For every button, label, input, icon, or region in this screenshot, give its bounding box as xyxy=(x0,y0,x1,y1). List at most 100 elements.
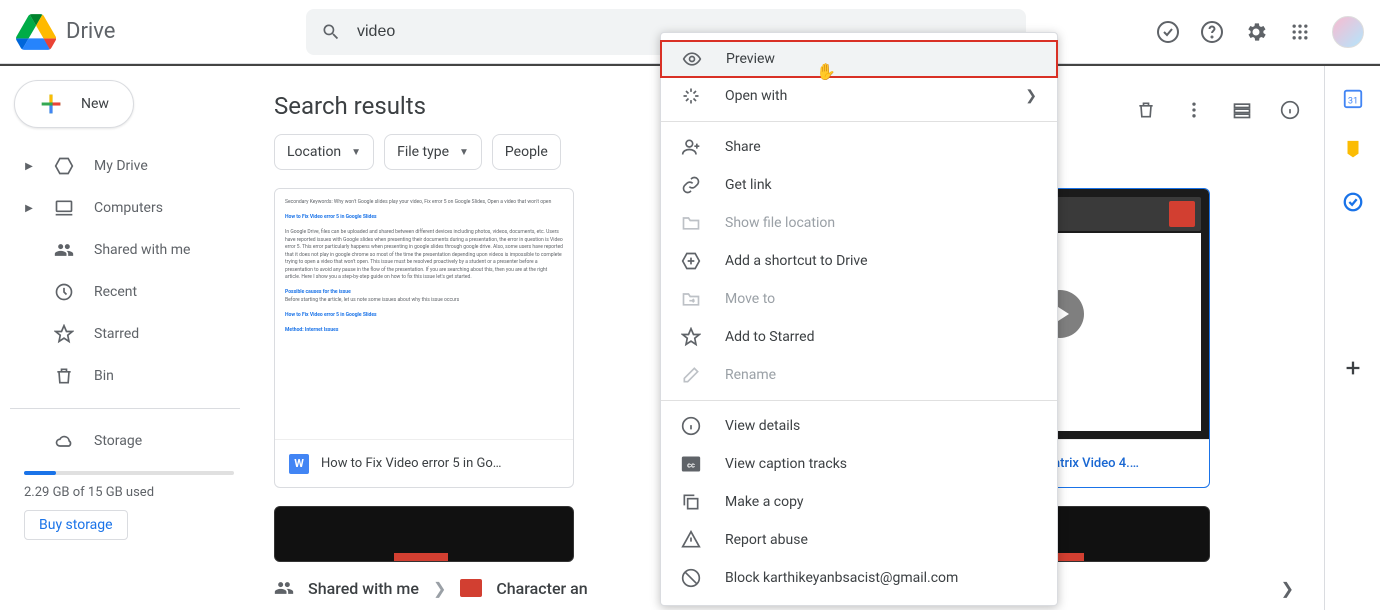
keep-icon[interactable] xyxy=(1341,138,1365,162)
calendar-icon[interactable]: 31 xyxy=(1341,86,1365,110)
sidebar-item-recent[interactable]: ▶ Recent xyxy=(10,272,240,312)
chip-label: File type xyxy=(397,144,449,160)
menu-item-rename: Rename xyxy=(661,356,1057,394)
menu-item-make-copy[interactable]: Make a copy xyxy=(661,483,1057,521)
menu-item-add-starred[interactable]: Add to Starred xyxy=(661,318,1057,356)
storage-bar xyxy=(24,471,234,475)
sidebar-item-label: Shared with me xyxy=(94,242,190,258)
menu-label: View details xyxy=(725,418,800,434)
menu-label: Share xyxy=(725,139,761,155)
menu-item-share[interactable]: Share xyxy=(661,128,1057,166)
menu-label: Make a copy xyxy=(725,494,804,510)
list-view-icon[interactable] xyxy=(1232,100,1252,120)
menu-item-block[interactable]: Block karthikeyanbsacist@gmail.com xyxy=(661,559,1057,597)
info-icon xyxy=(681,416,701,436)
folder-icon xyxy=(681,213,701,233)
chevron-right-icon: ❯ xyxy=(1025,88,1037,104)
side-panel: 31 xyxy=(1324,66,1380,610)
more-vert-icon[interactable] xyxy=(1184,100,1204,120)
shared-icon xyxy=(274,578,294,598)
new-label: New xyxy=(81,96,109,112)
menu-item-view-captions[interactable]: cc View caption tracks xyxy=(661,445,1057,483)
filter-filetype[interactable]: File type▼ xyxy=(384,134,482,170)
file-card-doc[interactable]: Secondary Keywords: Why won't Google sli… xyxy=(274,188,574,488)
context-menu: Preview Open with ❯ Share Get link Show … xyxy=(660,32,1058,606)
star-icon xyxy=(54,324,74,344)
info-icon[interactable] xyxy=(1280,100,1300,120)
open-with-icon xyxy=(681,86,701,106)
search-icon xyxy=(321,22,341,42)
block-icon xyxy=(681,568,701,588)
apps-grid-icon[interactable] xyxy=(1288,20,1312,44)
menu-label: Show file location xyxy=(725,215,835,231)
sidebar-item-storage[interactable]: ▶ Storage xyxy=(10,421,240,461)
warning-icon xyxy=(681,530,701,550)
drive-icon xyxy=(54,156,74,176)
sidebar-item-label: Storage xyxy=(94,433,142,449)
person-add-icon xyxy=(681,137,701,157)
breadcrumb-item[interactable]: Shared with me xyxy=(308,579,419,598)
move-icon xyxy=(681,289,701,309)
sidebar-item-computers[interactable]: ▶ Computers xyxy=(10,188,240,228)
menu-label: Move to xyxy=(725,291,775,307)
ready-offline-icon[interactable] xyxy=(1156,20,1180,44)
eye-icon xyxy=(682,49,702,69)
app-name: Drive xyxy=(66,19,115,44)
chip-label: Location xyxy=(287,144,341,160)
new-button[interactable]: New xyxy=(14,80,134,128)
help-icon[interactable] xyxy=(1200,20,1224,44)
svg-text:cc: cc xyxy=(687,460,695,469)
menu-label: Report abuse xyxy=(725,532,808,548)
tasks-icon[interactable] xyxy=(1341,190,1365,214)
sidebar: New ▶ My Drive ▶ Computers ▶ Shared with… xyxy=(0,66,250,610)
delete-icon[interactable] xyxy=(1136,100,1156,120)
menu-label: Rename xyxy=(725,367,776,383)
chevron-right-icon[interactable]: ❯ xyxy=(1281,579,1294,598)
logo-area[interactable]: Drive xyxy=(16,14,246,50)
settings-gear-icon[interactable] xyxy=(1244,20,1268,44)
trash-icon xyxy=(54,366,74,386)
computers-icon xyxy=(54,198,74,218)
menu-item-view-details[interactable]: View details xyxy=(661,407,1057,445)
chevron-right-icon: ❯ xyxy=(433,579,446,598)
pencil-icon xyxy=(681,365,701,385)
clock-icon xyxy=(54,282,74,302)
sidebar-item-bin[interactable]: ▶ Bin xyxy=(10,356,240,396)
add-panel-icon[interactable] xyxy=(1341,356,1365,380)
sidebar-item-shared[interactable]: ▶ Shared with me xyxy=(10,230,240,270)
shortcut-icon xyxy=(681,251,701,271)
menu-label: Add a shortcut to Drive xyxy=(725,253,868,269)
sidebar-item-label: Bin xyxy=(94,368,114,384)
sidebar-item-label: Starred xyxy=(94,326,139,342)
cc-icon: cc xyxy=(681,454,701,474)
menu-item-move-to: Move to xyxy=(661,280,1057,318)
doc-thumbnail: Secondary Keywords: Why won't Google sli… xyxy=(275,189,573,439)
menu-label: Block karthikeyanbsacist@gmail.com xyxy=(725,570,958,586)
menu-item-preview[interactable]: Preview xyxy=(660,40,1058,78)
filter-people[interactable]: People xyxy=(492,134,561,170)
svg-text:31: 31 xyxy=(1347,97,1357,107)
drive-logo-icon xyxy=(16,14,56,50)
card-title: How to Fix Video error 5 in Go… xyxy=(321,456,501,471)
file-card-small[interactable] xyxy=(274,506,574,562)
menu-item-get-link[interactable]: Get link xyxy=(661,166,1057,204)
menu-label: Open with xyxy=(725,88,787,104)
breadcrumb-item[interactable]: Character an xyxy=(496,579,587,598)
results-toolbar xyxy=(1136,100,1300,120)
sidebar-item-label: Recent xyxy=(94,284,137,300)
sidebar-item-my-drive[interactable]: ▶ My Drive xyxy=(10,146,240,186)
cloud-icon xyxy=(54,431,74,451)
storage-usage: 2.29 GB of 15 GB used xyxy=(24,485,240,500)
account-avatar[interactable] xyxy=(1332,16,1364,48)
storage-section: 2.29 GB of 15 GB used Buy storage xyxy=(10,471,240,540)
buy-storage-button[interactable]: Buy storage xyxy=(24,510,128,540)
filter-location[interactable]: Location▼ xyxy=(274,134,374,170)
star-icon xyxy=(681,327,701,347)
chip-label: People xyxy=(505,144,548,160)
sidebar-item-starred[interactable]: ▶ Starred xyxy=(10,314,240,354)
menu-item-open-with[interactable]: Open with ❯ xyxy=(661,77,1057,115)
menu-item-report-abuse[interactable]: Report abuse xyxy=(661,521,1057,559)
menu-label: Get link xyxy=(725,177,772,193)
copy-icon xyxy=(681,492,701,512)
menu-item-add-shortcut[interactable]: Add a shortcut to Drive xyxy=(661,242,1057,280)
